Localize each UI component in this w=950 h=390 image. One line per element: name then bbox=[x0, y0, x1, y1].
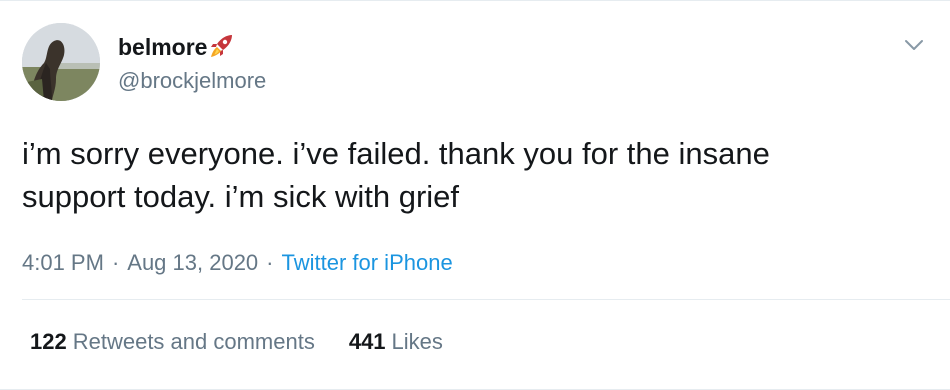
likes-label: Likes bbox=[391, 329, 443, 354]
tweet-time[interactable]: 4:01 PM bbox=[22, 250, 104, 275]
tweet-text-line: i’m sorry everyone. i’ve failed. thank y… bbox=[22, 136, 770, 171]
tweet-text-line: support today. i’m sick with grief bbox=[22, 179, 460, 214]
tweet-meta: 4:01 PM · Aug 13, 2020 · Twitter for iPhone bbox=[22, 247, 453, 279]
tweet-text: i’m sorry everyone. i’ve failed. thank y… bbox=[22, 132, 932, 218]
retweets-label: Retweets and comments bbox=[72, 329, 315, 354]
display-name[interactable]: belmore bbox=[118, 31, 207, 63]
chevron-down-icon[interactable] bbox=[902, 33, 926, 57]
tweet-stats: 122 Retweets and comments 441 Likes bbox=[30, 326, 443, 358]
rocket-icon bbox=[211, 35, 233, 57]
tweet-card: belmore @brockjelmore i’m sorry everyone… bbox=[0, 0, 950, 390]
tweet-source-link[interactable]: Twitter for iPhone bbox=[282, 250, 453, 275]
user-names: belmore @brockjelmore bbox=[118, 31, 266, 97]
likes-count: 441 bbox=[348, 329, 386, 354]
tweet-header: belmore @brockjelmore bbox=[22, 21, 928, 105]
display-name-row[interactable]: belmore bbox=[118, 31, 266, 63]
meta-separator: · bbox=[266, 250, 274, 275]
username[interactable]: @brockjelmore bbox=[118, 65, 266, 97]
likes-stat[interactable]: 441 Likes bbox=[349, 326, 443, 358]
retweets-count: 122 bbox=[30, 329, 67, 354]
tweet-date[interactable]: Aug 13, 2020 bbox=[127, 250, 258, 275]
divider bbox=[22, 299, 950, 300]
avatar[interactable] bbox=[22, 23, 100, 101]
meta-separator: · bbox=[111, 250, 120, 275]
retweets-stat[interactable]: 122 Retweets and comments bbox=[30, 326, 315, 358]
avatar-image bbox=[22, 23, 100, 101]
